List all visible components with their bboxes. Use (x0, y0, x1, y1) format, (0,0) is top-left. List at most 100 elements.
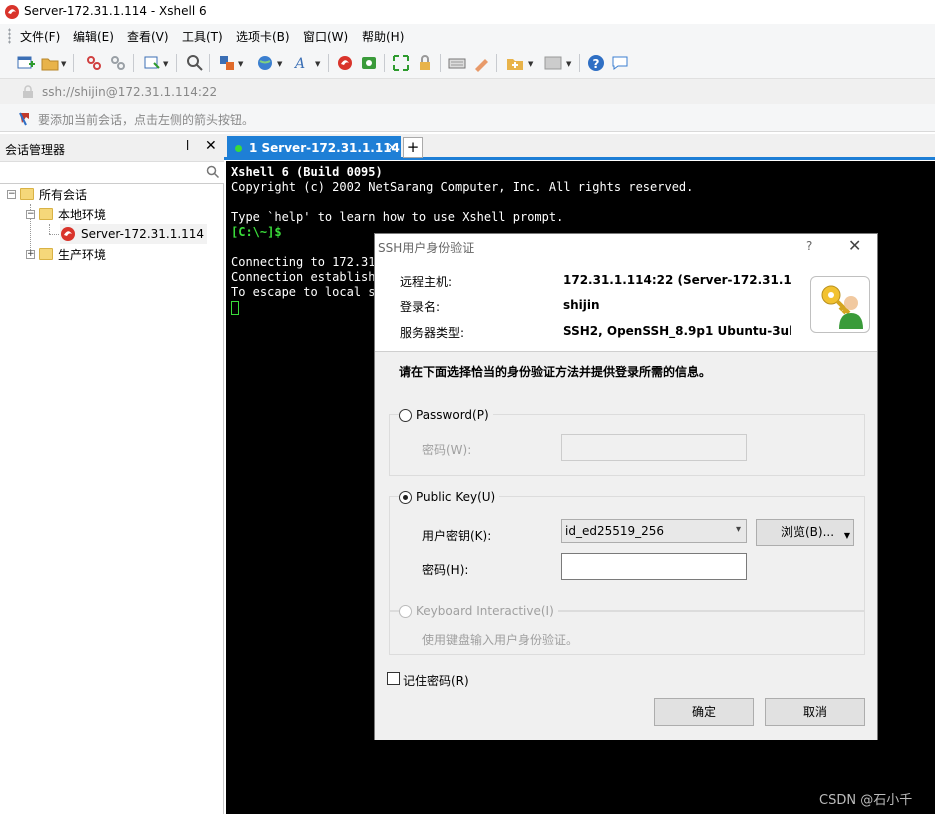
menu-file[interactable]: 文件(F) (20, 28, 60, 45)
tree-item-label: Server-172.31.1.114 (81, 227, 205, 241)
toolbar-separator (133, 54, 134, 72)
layout-dropdown-icon[interactable]: ▼ (566, 60, 571, 68)
open-folder-icon[interactable] (41, 54, 59, 72)
expand-icon[interactable]: + (26, 249, 35, 259)
new-tab-button[interactable]: + (403, 137, 423, 158)
keyboard-interactive-radio[interactable]: Keyboard Interactive(I) (399, 604, 558, 618)
properties-icon[interactable] (143, 54, 161, 72)
disconnect-icon[interactable] (85, 54, 103, 72)
menu-help[interactable]: 帮助(H) (362, 28, 404, 45)
server-type-value: SSH2, OpenSSH_8.9p1 Ubuntu-3ubuntu (563, 324, 791, 338)
globe-dropdown-icon[interactable]: ▼ (277, 60, 282, 68)
layout-icon[interactable] (544, 54, 562, 72)
ok-button[interactable]: 确定 (654, 698, 754, 726)
tree-item-server[interactable]: Server-172.31.1.114 (60, 224, 208, 244)
key-user-icon (810, 276, 870, 333)
search-icon[interactable] (206, 165, 220, 179)
password-input[interactable] (561, 434, 747, 461)
browse-dropdown-icon[interactable]: ▼ (844, 523, 850, 548)
font-icon[interactable]: A (293, 54, 311, 72)
transfer-icon[interactable] (218, 54, 236, 72)
tab-server[interactable]: 1 Server-172.31.1.114 × (227, 136, 401, 160)
find-icon[interactable] (186, 54, 204, 72)
keyboard-interactive-label: Keyboard Interactive(I) (416, 604, 554, 618)
session-manager-header: 会话管理器 ꟾ ✕ (0, 134, 224, 162)
remember-password-checkbox[interactable] (387, 672, 400, 685)
toolbar-separator (440, 54, 441, 72)
tab-label: 1 Server-172.31.1.114 (249, 141, 400, 155)
highlight-icon[interactable] (472, 54, 490, 72)
add-folder-dropdown-icon[interactable]: ▼ (528, 60, 533, 68)
svg-text:A: A (293, 56, 305, 72)
keyboard-icon[interactable] (448, 54, 466, 72)
browse-button[interactable]: 浏览(B)... ▼ (756, 519, 854, 546)
menu-view[interactable]: 查看(V) (127, 28, 169, 45)
add-folder-icon[interactable] (506, 54, 524, 72)
font-dropdown-icon[interactable]: ▼ (315, 60, 320, 68)
lock-icon[interactable] (416, 54, 434, 72)
cancel-button[interactable]: 取消 (765, 698, 865, 726)
session-search-input[interactable] (0, 162, 224, 184)
passphrase-input[interactable] (561, 553, 747, 580)
terminal-prompt: [C:\~]$ (231, 225, 282, 239)
help-icon[interactable]: ? (587, 54, 605, 72)
address-text[interactable]: ssh://shijin@172.31.1.114:22 (42, 85, 217, 99)
xshell-icon[interactable] (336, 54, 354, 72)
fullscreen-icon[interactable] (392, 54, 410, 72)
browse-button-label: 浏览(B)... (781, 525, 835, 539)
instruction-text: 请在下面选择恰当的身份验证方法并提供登录所需的信息。 (399, 365, 712, 379)
chevron-down-icon[interactable]: ▾ (736, 524, 741, 535)
hint-bar: 要添加当前会话，点击左侧的箭头按钮。 (0, 104, 935, 132)
open-dropdown-icon[interactable]: ▼ (61, 60, 66, 68)
menu-bar: 文件(F) 编辑(E) 查看(V) 工具(T) 选项卡(B) 窗口(W) 帮助(… (0, 24, 935, 48)
terminal-line: Connecting to 172.31. (231, 255, 383, 269)
radio-checked-icon[interactable] (399, 490, 412, 504)
dialog-body: 请在下面选择恰当的身份验证方法并提供登录所需的信息。 Password(P) 密… (375, 352, 877, 740)
collapse-icon[interactable]: − (7, 189, 16, 199)
toolbar-separator (328, 54, 329, 72)
password-radio[interactable]: Password(P) (399, 408, 493, 422)
terminal-line: To escape to local sh (231, 285, 383, 299)
close-icon[interactable]: ✕ (205, 138, 217, 154)
menu-tools[interactable]: 工具(T) (182, 28, 223, 45)
tree-item-local[interactable]: − 本地环境 (26, 204, 106, 224)
dialog-title: SSH用户身份验证 (378, 241, 475, 255)
xftp-icon[interactable] (360, 54, 378, 72)
public-key-radio[interactable]: Public Key(U) (399, 490, 500, 504)
tree-item-all-sessions[interactable]: − 所有会话 (7, 184, 87, 204)
globe-icon[interactable] (256, 54, 274, 72)
chat-icon[interactable] (611, 54, 629, 72)
menu-window[interactable]: 窗口(W) (303, 28, 348, 45)
tree-line (49, 234, 59, 235)
login-name-value: shijin (563, 298, 600, 312)
tree-item-prod[interactable]: + 生产环境 (26, 244, 106, 264)
toolbar-separator (176, 54, 177, 72)
tree-item-label: 本地环境 (58, 207, 107, 222)
watermark: CSDN @石小千 (819, 793, 913, 808)
terminal-line: Type `help' to learn how to use Xshell p… (231, 210, 564, 224)
keyboard-interactive-description: 使用键盘输入用户身份验证。 (422, 633, 579, 647)
dialog-help-button[interactable]: ? (806, 239, 812, 253)
tab-close-icon[interactable]: × (387, 140, 397, 154)
pin-icon[interactable]: ꟾ (186, 140, 189, 153)
passphrase-label: 密码(H): (422, 563, 469, 577)
xshell-session-icon (61, 227, 75, 241)
radio-disabled-icon[interactable] (399, 604, 412, 618)
xshell-logo-icon (5, 5, 19, 19)
public-key-radio-label: Public Key(U) (416, 490, 496, 504)
address-bar: ssh://shijin@172.31.1.114:22 (0, 78, 935, 104)
reconnect-icon[interactable] (109, 54, 127, 72)
add-session-arrow-icon[interactable] (18, 112, 32, 126)
folder-icon (20, 188, 34, 200)
collapse-icon[interactable]: − (26, 209, 35, 219)
menu-tabs[interactable]: 选项卡(B) (236, 28, 290, 45)
user-key-value: id_ed25519_256 (565, 524, 665, 538)
properties-dropdown-icon[interactable]: ▼ (163, 60, 168, 68)
transfer-dropdown-icon[interactable]: ▼ (238, 60, 243, 68)
menu-edit[interactable]: 编辑(E) (73, 28, 114, 45)
new-session-icon[interactable] (17, 54, 35, 72)
dialog-close-button[interactable]: ✕ (848, 236, 861, 255)
user-key-select[interactable]: id_ed25519_256 ▾ (561, 519, 747, 543)
radio-unchecked-icon[interactable] (399, 408, 412, 422)
folder-icon (39, 208, 53, 220)
